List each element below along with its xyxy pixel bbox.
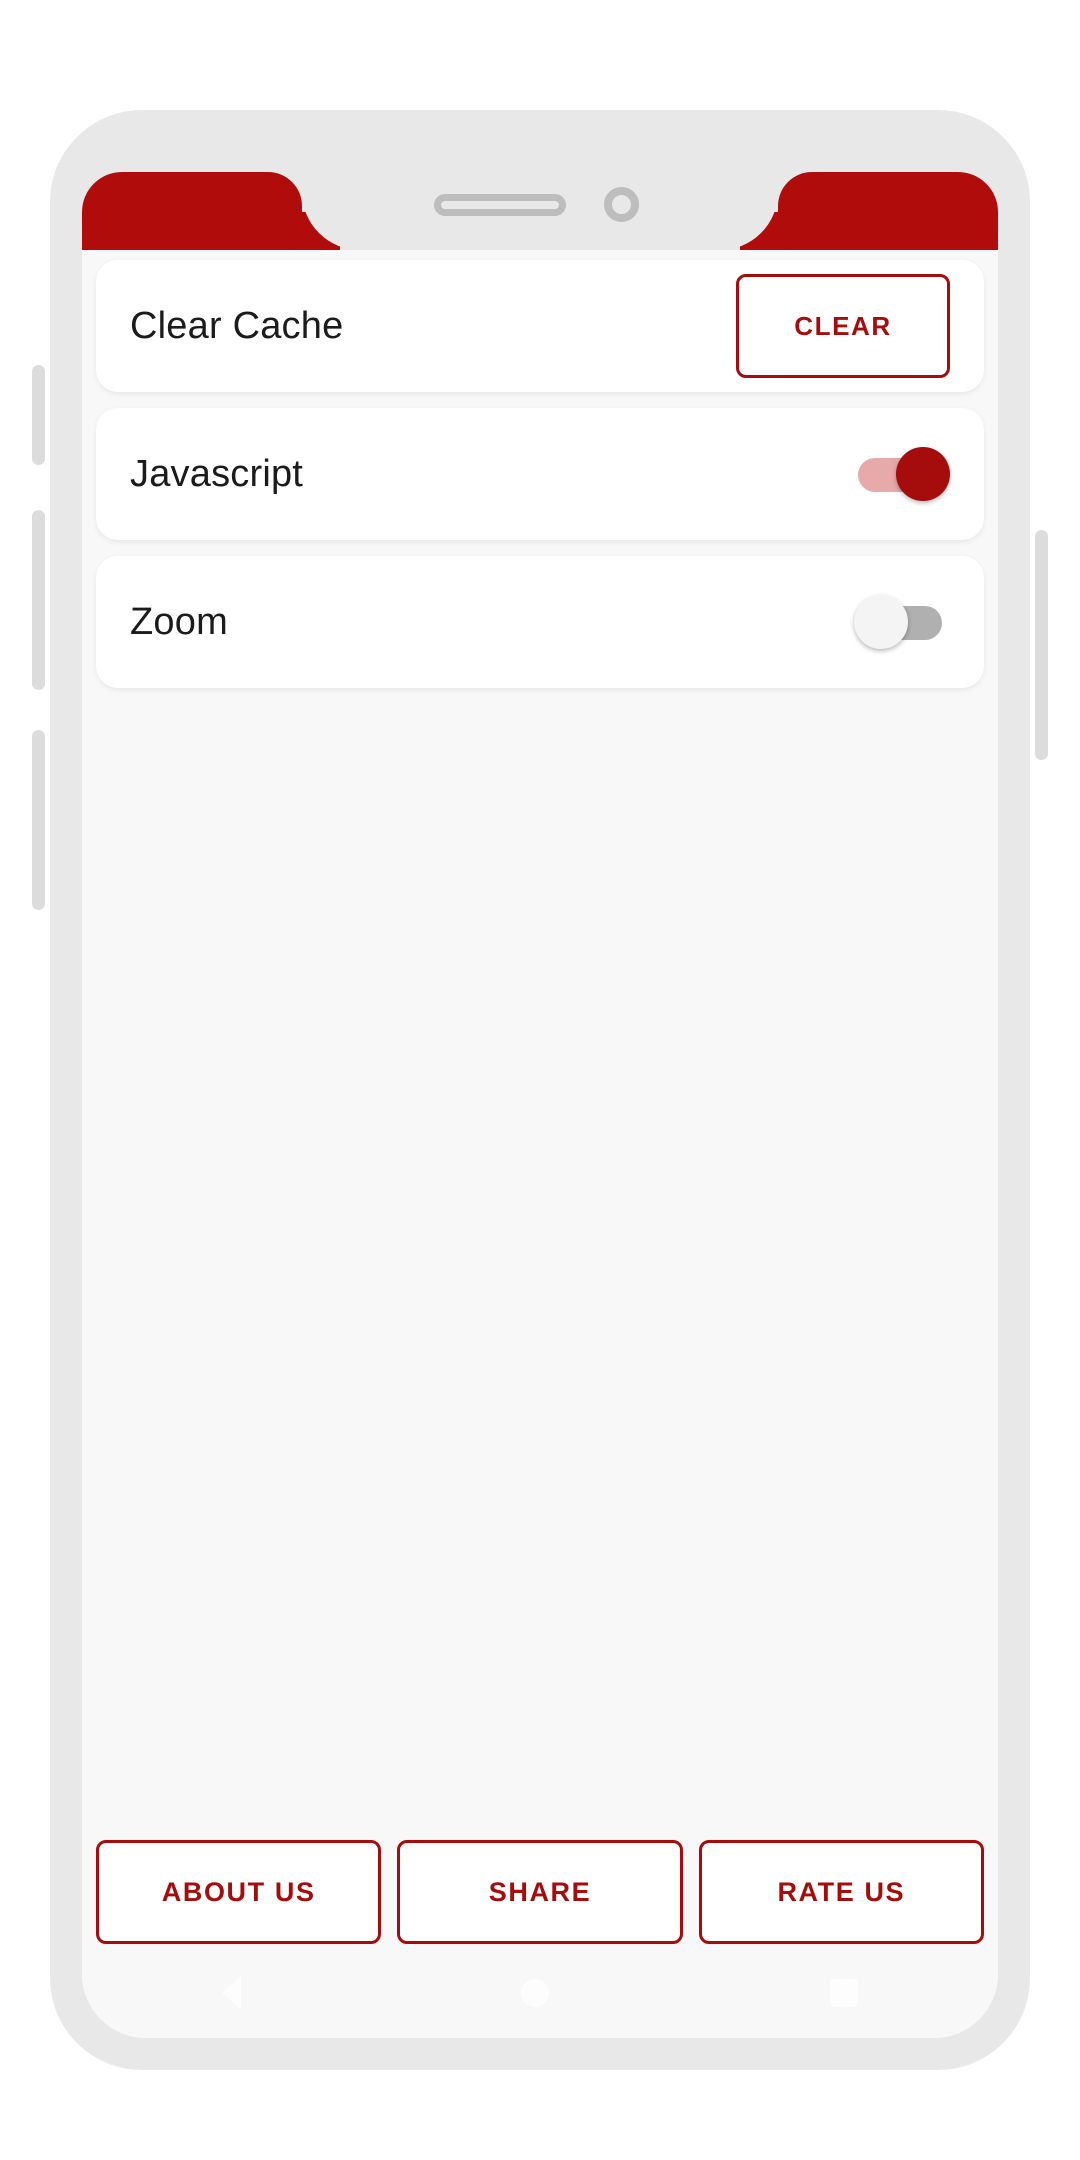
top-bezel: [82, 142, 998, 250]
back-icon[interactable]: [222, 1976, 242, 2010]
javascript-toggle-thumb: [896, 447, 950, 501]
setting-row-clear-cache[interactable]: Clear Cache CLEAR: [96, 260, 984, 392]
earpiece-speaker-icon: [434, 194, 566, 216]
home-icon[interactable]: [521, 1979, 550, 2007]
phone-mockup: Clear Cache CLEAR Javascript Zoom ABOUT …: [32, 110, 1048, 2070]
setting-row-zoom[interactable]: Zoom: [96, 556, 984, 688]
android-navigation-bar: [82, 1948, 998, 2038]
setting-label-zoom: Zoom: [130, 600, 228, 643]
phone-screen: Clear Cache CLEAR Javascript Zoom ABOUT …: [82, 142, 998, 2038]
clear-cache-button[interactable]: CLEAR: [736, 274, 950, 378]
javascript-toggle[interactable]: [854, 447, 950, 501]
volume-down-button[interactable]: [32, 730, 45, 910]
about-us-button[interactable]: ABOUT US: [96, 1840, 382, 1944]
appbar-notch-right: [778, 172, 998, 250]
power-button[interactable]: [1035, 530, 1048, 760]
settings-list: Clear Cache CLEAR Javascript Zoom: [96, 260, 984, 704]
share-button[interactable]: SHARE: [397, 1840, 683, 1944]
recents-icon[interactable]: [829, 1979, 858, 2007]
app-viewport: Clear Cache CLEAR Javascript Zoom ABOUT …: [82, 250, 998, 2038]
silent-switch[interactable]: [32, 365, 45, 465]
setting-label-clear-cache: Clear Cache: [130, 304, 344, 347]
bottom-action-bar: ABOUT US SHARE RATE US: [96, 1840, 984, 1944]
rate-us-button[interactable]: RATE US: [698, 1840, 984, 1944]
front-camera-icon: [604, 187, 639, 222]
appbar-notch-left: [82, 172, 302, 250]
zoom-toggle[interactable]: [854, 595, 950, 649]
setting-label-javascript: Javascript: [130, 452, 304, 495]
setting-row-javascript[interactable]: Javascript: [96, 408, 984, 540]
volume-up-button[interactable]: [32, 510, 45, 690]
zoom-toggle-thumb: [854, 595, 908, 649]
